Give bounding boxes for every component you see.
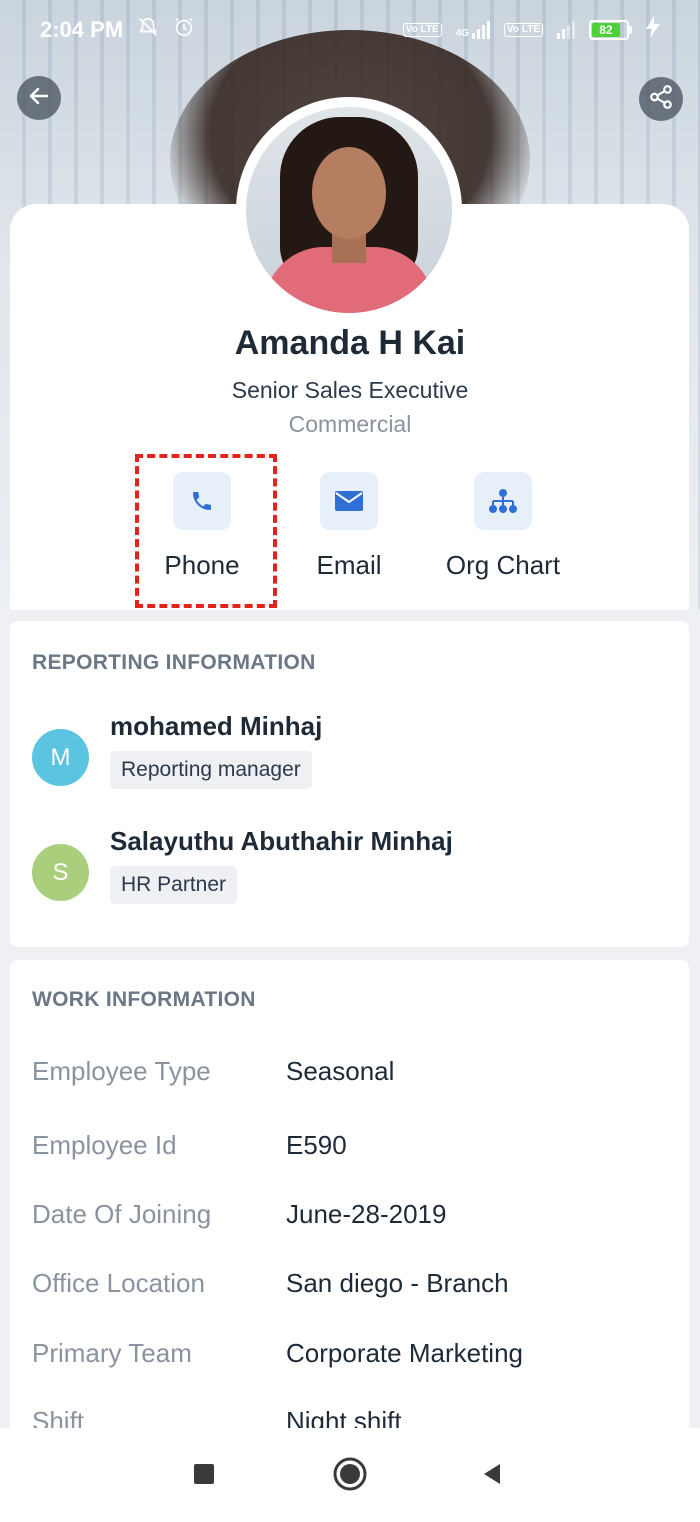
square-icon (192, 1462, 216, 1491)
reporting-person[interactable]: S Salayuthu Abuthahir Minhaj HR Partner (32, 826, 672, 916)
network-type: 4G (455, 28, 470, 39)
info-value: Seasonal (286, 1056, 395, 1086)
employee-name: Amanda H Kai (234, 324, 466, 362)
circle-icon (333, 1457, 367, 1496)
org-chart-label: Org Chart (445, 550, 561, 580)
person-name: Salayuthu Abuthahir Minhaj (110, 826, 453, 856)
share-button[interactable] (639, 77, 683, 121)
signal-strength-icon-2 (557, 21, 575, 39)
status-bar: 2:04 PM Vo LTE 4G Vo LTE 82 (0, 0, 700, 60)
avatar[interactable] (236, 97, 462, 323)
role-badge: HR Partner (110, 866, 238, 904)
back-nav-button[interactable] (472, 1456, 512, 1496)
arrow-left-icon (27, 84, 51, 113)
status-time: 2:04 PM (40, 17, 124, 42)
section-title: WORK INFORMATION (32, 988, 256, 1011)
notifications-muted-icon (137, 16, 159, 44)
section-title: REPORTING INFORMATION (32, 651, 316, 674)
info-label: Primary Team (32, 1338, 192, 1368)
role-badge: Reporting manager (110, 751, 312, 789)
org-chart-action-button[interactable]: Org Chart (428, 472, 578, 581)
info-value: San diego - Branch (286, 1268, 509, 1298)
system-navigation-bar (0, 1428, 700, 1522)
volte-badge-2: Vo LTE (504, 23, 543, 37)
reporting-person[interactable]: M mohamed Minhaj Reporting manager (32, 711, 672, 801)
back-button[interactable] (17, 76, 61, 120)
avatar: S (32, 844, 89, 901)
share-icon (648, 84, 674, 115)
person-name: mohamed Minhaj (110, 711, 323, 741)
battery-icon: 82 (589, 20, 632, 40)
info-value: June-28-2019 (286, 1199, 447, 1229)
info-value: Corporate Marketing (286, 1338, 523, 1368)
mail-icon (320, 472, 378, 530)
info-label: Office Location (32, 1268, 205, 1298)
volte-badge: Vo LTE (402, 23, 442, 37)
alarm-icon (173, 16, 195, 44)
profile-photo (246, 107, 452, 313)
email-action-button[interactable]: Email (274, 472, 424, 581)
phone-action-button[interactable]: Phone (127, 472, 277, 581)
charging-icon (646, 16, 660, 44)
avatar: M (32, 729, 89, 786)
triangle-back-icon (480, 1462, 504, 1491)
email-label: Email (316, 550, 382, 580)
org-chart-icon (474, 472, 532, 530)
recent-apps-button[interactable] (184, 1456, 224, 1496)
employee-title: Senior Sales Executive (231, 377, 469, 403)
info-label: Date Of Joining (32, 1199, 212, 1229)
battery-level: 82 (592, 23, 620, 37)
home-button[interactable] (330, 1456, 370, 1496)
phone-label: Phone (164, 550, 240, 580)
info-label: Employee Id (32, 1130, 177, 1160)
info-value: E590 (286, 1130, 347, 1160)
reporting-information-card: REPORTING INFORMATION M mohamed Minhaj R… (10, 621, 689, 947)
info-label: Employee Type (32, 1056, 211, 1086)
signal-strength-icon: 4G (455, 21, 491, 39)
work-information-card: WORK INFORMATION Employee Type Seasonal … (10, 960, 689, 1440)
phone-icon (173, 472, 231, 530)
employee-department: Commercial (288, 411, 412, 437)
